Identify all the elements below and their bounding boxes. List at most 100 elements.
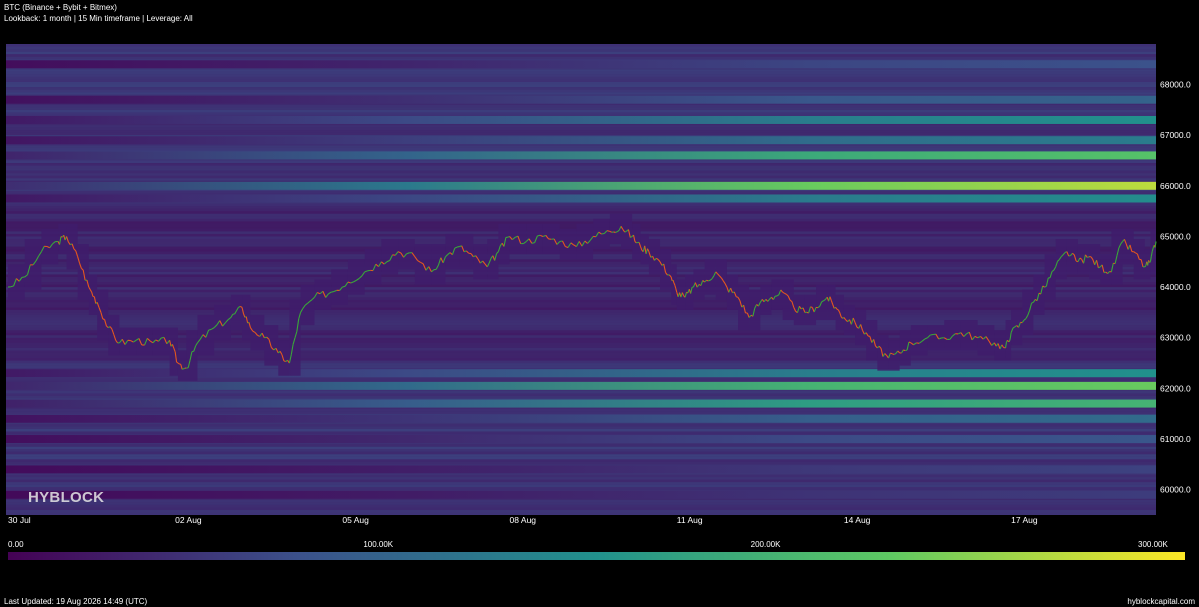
price-segment xyxy=(1149,261,1151,263)
heat-band xyxy=(6,320,1156,323)
liquidation-level-band xyxy=(6,381,1156,390)
liquidation-level-band xyxy=(6,181,1156,190)
liquidated-zone xyxy=(152,327,170,356)
heat-band xyxy=(6,92,1156,95)
heat-band xyxy=(6,49,1156,52)
price-segment xyxy=(836,308,839,311)
heat-band xyxy=(6,44,1156,47)
liquidated-zone xyxy=(782,279,794,321)
price-segment xyxy=(1031,301,1034,304)
x-tick-label: 02 Aug xyxy=(175,515,202,525)
price-segment xyxy=(1144,265,1147,268)
heat-band xyxy=(6,449,1156,452)
price-segment xyxy=(342,285,346,288)
heat-band xyxy=(6,451,1156,455)
heat-band xyxy=(6,444,1156,447)
heat-band xyxy=(6,474,1156,478)
liquidation-level-band xyxy=(6,95,1156,104)
heat-band xyxy=(6,69,1156,72)
liquidated-zone xyxy=(364,249,382,285)
heat-band xyxy=(6,206,1156,209)
liquidated-zone xyxy=(250,314,265,351)
liquidated-zone xyxy=(1150,228,1156,275)
heat-band xyxy=(6,71,1156,75)
y-tick-label: 63000.0 xyxy=(1160,333,1191,343)
y-tick-label: 62000.0 xyxy=(1160,383,1191,393)
heat-band xyxy=(6,509,1156,513)
heat-band xyxy=(6,127,1156,131)
price-segment xyxy=(1006,339,1009,342)
liquidated-zone xyxy=(888,340,900,371)
price-segment xyxy=(708,279,711,282)
heat-band xyxy=(6,302,1156,305)
liquidated-zone xyxy=(97,289,109,341)
heat-band xyxy=(6,107,1156,110)
heat-band xyxy=(6,168,1156,171)
heat-band xyxy=(6,79,1156,82)
x-tick-label: 14 Aug xyxy=(844,515,871,525)
liquidated-zone xyxy=(632,223,641,260)
liquidated-zone xyxy=(866,320,878,361)
y-tick-label: 68000.0 xyxy=(1160,80,1191,90)
price-segment xyxy=(615,231,618,233)
heat-band xyxy=(6,411,1156,414)
liquidation-level-band xyxy=(6,399,1156,408)
liquidated-zone xyxy=(1055,238,1067,280)
site-link[interactable]: hyblockcapital.com xyxy=(1127,597,1195,606)
liquidated-zone xyxy=(977,325,995,356)
liquidated-zone xyxy=(1022,289,1034,336)
heat-band xyxy=(6,317,1156,321)
heat-band xyxy=(6,502,1156,505)
price-segment xyxy=(283,360,286,363)
heat-band xyxy=(6,76,1156,80)
price-segment xyxy=(903,349,906,352)
liquidation-level-band xyxy=(6,435,1156,444)
heat-band xyxy=(6,309,1156,313)
heat-band xyxy=(6,170,1156,174)
heat-band xyxy=(6,190,1156,194)
heat-band xyxy=(6,271,1156,275)
liquidation-level-band xyxy=(6,194,1156,203)
heat-band xyxy=(6,454,1156,457)
heat-band xyxy=(6,178,1156,181)
heat-band xyxy=(6,81,1156,85)
price-segment xyxy=(606,230,611,232)
liquidated-zone xyxy=(960,320,978,351)
price-segment xyxy=(531,242,535,244)
heat-band xyxy=(6,261,1156,265)
heat-band xyxy=(6,459,1156,462)
heat-band xyxy=(6,428,1156,432)
heat-band xyxy=(6,322,1156,326)
colorbar xyxy=(8,552,1185,560)
heat-band xyxy=(6,312,1156,315)
heat-band xyxy=(6,499,1156,503)
x-tick-label: 17 Aug xyxy=(1011,515,1038,525)
heat-band xyxy=(6,175,1156,179)
x-tick-label: 08 Aug xyxy=(510,515,537,525)
liquidated-zone xyxy=(804,294,817,326)
heat-band xyxy=(6,211,1156,214)
heat-band xyxy=(6,408,1156,412)
heat-band xyxy=(6,289,1156,293)
price-segment xyxy=(908,341,912,344)
price-segment xyxy=(331,290,335,293)
price-segment xyxy=(706,279,709,282)
x-tick-label: 05 Aug xyxy=(342,515,369,525)
price-segment xyxy=(601,232,605,235)
colorbar-tick-label: 0.00 xyxy=(8,540,24,549)
liquidation-level-band xyxy=(6,115,1156,124)
liquidation-level-band xyxy=(6,414,1156,423)
heat-band xyxy=(6,125,1156,128)
liquidated-zone xyxy=(944,320,961,351)
heat-band xyxy=(6,89,1156,93)
y-tick-label: 64000.0 xyxy=(1160,282,1191,292)
liquidated-zone xyxy=(559,228,577,260)
heat-band xyxy=(6,266,1156,270)
heat-band xyxy=(6,132,1156,136)
liquidated-zone xyxy=(899,330,911,366)
liquidated-zone xyxy=(8,264,25,300)
heat-band xyxy=(6,423,1156,427)
y-tick-label: 60000.0 xyxy=(1160,485,1191,495)
heat-band xyxy=(6,294,1156,298)
liquidated-zone xyxy=(314,279,332,310)
